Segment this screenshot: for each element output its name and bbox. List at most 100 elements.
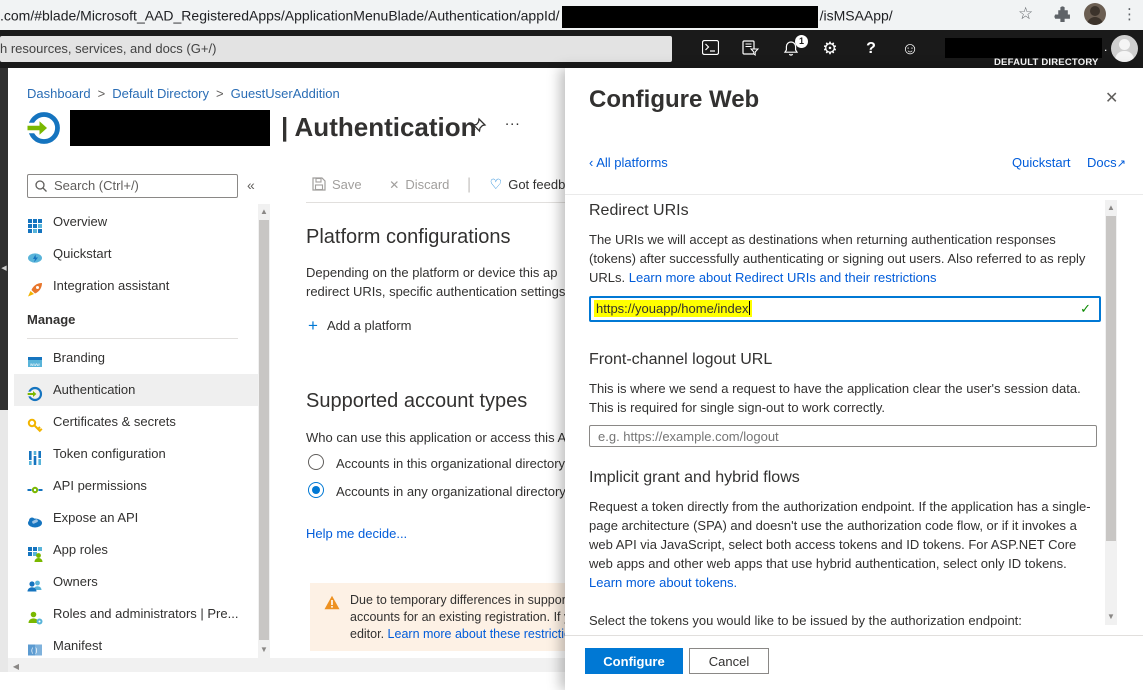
all-platforms-back-link[interactable]: ‹ All platforms [589,155,668,170]
azure-top-bar: h resources, services, and docs (G+/) 1 … [0,30,1143,68]
sidebar-item-owners[interactable]: Owners [14,566,258,598]
sidebar-collapse-arrow-icon[interactable]: ◀ [0,264,8,272]
external-link-icon: ↗ [1117,158,1126,170]
sidebar-item-token-configuration[interactable]: Token configuration [14,438,258,470]
platform-desc-line1: Depending on the platform or device this… [306,263,565,282]
implicit-grant-desc: Request a token directly from the author… [589,497,1097,592]
api-permissions-icon [27,478,43,494]
implicit-grant-heading: Implicit grant and hybrid flows [589,469,1101,487]
tokens-learn-more-link[interactable]: Learn more about tokens. [589,575,737,590]
svg-text:www: www [30,362,40,367]
panel-title: Configure Web [589,86,759,114]
extension-puzzle-icon[interactable] [1054,6,1071,26]
scroll-up-icon[interactable]: ▲ [1105,202,1117,214]
menu-collapse-icon[interactable]: « [247,177,255,193]
sidebar-scrollbar[interactable]: ▲ ▼ [258,204,270,658]
authentication-main-content: Save ✕Discard | ♡Got feedback? Platform … [292,68,565,672]
panel-scrollbar[interactable]: ▲ ▼ [1105,200,1117,625]
sidebar-item-authentication[interactable]: Authentication [14,374,258,406]
directory-filter-icon[interactable] [740,40,760,58]
sidebar-item-branding[interactable]: www Branding [14,342,258,374]
cloud-api-icon [27,510,43,526]
browser-profile-avatar[interactable] [1084,3,1106,25]
logout-url-desc: This is where we send a request to have … [589,379,1097,417]
quickstart-link[interactable]: Quickstart [1012,155,1071,170]
breadcrumb-default-directory[interactable]: Default Directory [112,86,209,101]
redacted-app-name [70,110,270,146]
scrollbar-thumb[interactable] [1106,216,1116,541]
sidebar-item-app-roles[interactable]: App roles [14,534,258,566]
sidebar-search-placeholder: Search (Ctrl+/) [54,178,139,193]
browser-menu-icon[interactable]: ⋮ [1122,5,1137,23]
account-types-heading: Supported account types [306,390,565,413]
azure-profile-avatar[interactable] [1111,35,1138,62]
scroll-down-icon[interactable]: ▼ [1105,611,1117,623]
sidebar-item-expose-an-api[interactable]: Expose an API [14,502,258,534]
redacted-account-email [945,38,1102,58]
scroll-up-icon[interactable]: ▲ [258,206,270,218]
cancel-button[interactable]: Cancel [689,648,769,674]
scroll-left-icon[interactable]: ◀ [10,661,22,673]
account-dot: . [1104,40,1107,54]
got-feedback-button[interactable]: ♡Got feedback? [490,177,565,192]
radio-multi-tenant[interactable] [308,482,324,498]
text-cursor [749,301,750,315]
sidebar-divider [27,338,238,339]
notifications-bell-icon[interactable]: 1 [781,40,801,58]
discard-x-icon: ✕ [389,178,399,192]
sidebar-item-integration-assistant[interactable]: Integration assistant [14,270,258,302]
feedback-smiley-icon[interactable]: ☺ [900,40,920,58]
svg-text:(): () [30,647,38,655]
scroll-down-icon[interactable]: ▼ [258,644,270,656]
help-me-decide-link[interactable]: Help me decide... [306,526,407,541]
redirect-uris-desc: The URIs we will accept as destinations … [589,230,1097,287]
close-icon[interactable]: ✕ [1105,88,1118,108]
breadcrumb-dashboard[interactable]: Dashboard [27,86,91,101]
cloud-shell-icon[interactable] [700,40,720,58]
overview-icon [27,214,43,230]
sidebar-item-overview[interactable]: Overview [14,206,258,238]
sidebar-item-roles-administrators[interactable]: Roles and administrators | Pre... [14,598,258,630]
help-icon[interactable]: ? [861,40,881,58]
toolbar-divider: | [467,176,471,193]
scrollbar-thumb[interactable] [259,220,269,640]
redirect-learn-more-link[interactable]: Learn more about Redirect URIs and their… [629,270,937,285]
docs-link[interactable]: Docs↗ [1087,155,1126,170]
app-logo-icon [26,110,62,146]
discard-button[interactable]: ✕Discard [389,177,453,192]
sidebar-item-api-permissions[interactable]: API permissions [14,470,258,502]
warning-restrictions-link[interactable]: Learn more about these restrictions. [388,627,565,641]
redirect-uris-heading: Redirect URIs [589,202,1101,220]
global-search-input[interactable]: h resources, services, and docs (G+/) [0,36,672,62]
panel-footer-divider [565,635,1143,636]
save-button[interactable]: Save [312,177,365,192]
address-url[interactable]: .com/#blade/Microsoft_AAD_RegisteredApps… [0,6,1010,28]
redacted-app-id [562,6,818,28]
sidebar-item-quickstart[interactable]: Quickstart [14,238,258,270]
redirect-uri-input[interactable]: https://youapp/home/index ✓ [589,296,1101,322]
search-icon [34,178,48,200]
app-roles-icon [27,542,43,558]
owners-icon [27,574,43,590]
browser-address-bar[interactable]: .com/#blade/Microsoft_AAD_RegisteredApps… [0,0,1143,30]
bookmark-star-icon[interactable]: ☆ [1018,4,1033,24]
sidebar-item-certificates-secrets[interactable]: Certificates & secrets [14,406,258,438]
warning-banner: Due to temporary differences in supporte… [310,583,565,651]
roles-admins-icon [27,606,43,622]
configure-web-panel: Configure Web ✕ ‹ All platforms Quicksta… [565,68,1143,690]
redirect-uri-value: https://youapp/home/index [594,300,752,317]
left-scroll-track[interactable] [0,410,8,672]
quickstart-icon [27,246,43,262]
configure-button[interactable]: Configure [585,648,683,674]
sidebar-search-input[interactable]: Search (Ctrl+/) [27,174,238,198]
directory-label: DEFAULT DIRECTORY [994,57,1099,68]
azure-portal-window: .com/#blade/Microsoft_AAD_RegisteredApps… [0,0,1143,690]
account-types-question: Who can use this application or access t… [306,428,565,447]
logout-url-input[interactable] [589,425,1097,447]
add-platform-button[interactable]: +Add a platform [308,316,411,336]
manifest-icon: () [27,638,43,654]
warning-text: Due to temporary differences in supporte… [350,592,565,643]
settings-gear-icon[interactable]: ⚙ [820,40,840,58]
radio-single-tenant[interactable] [308,454,324,470]
collapsed-portal-sidebar[interactable] [0,68,8,410]
